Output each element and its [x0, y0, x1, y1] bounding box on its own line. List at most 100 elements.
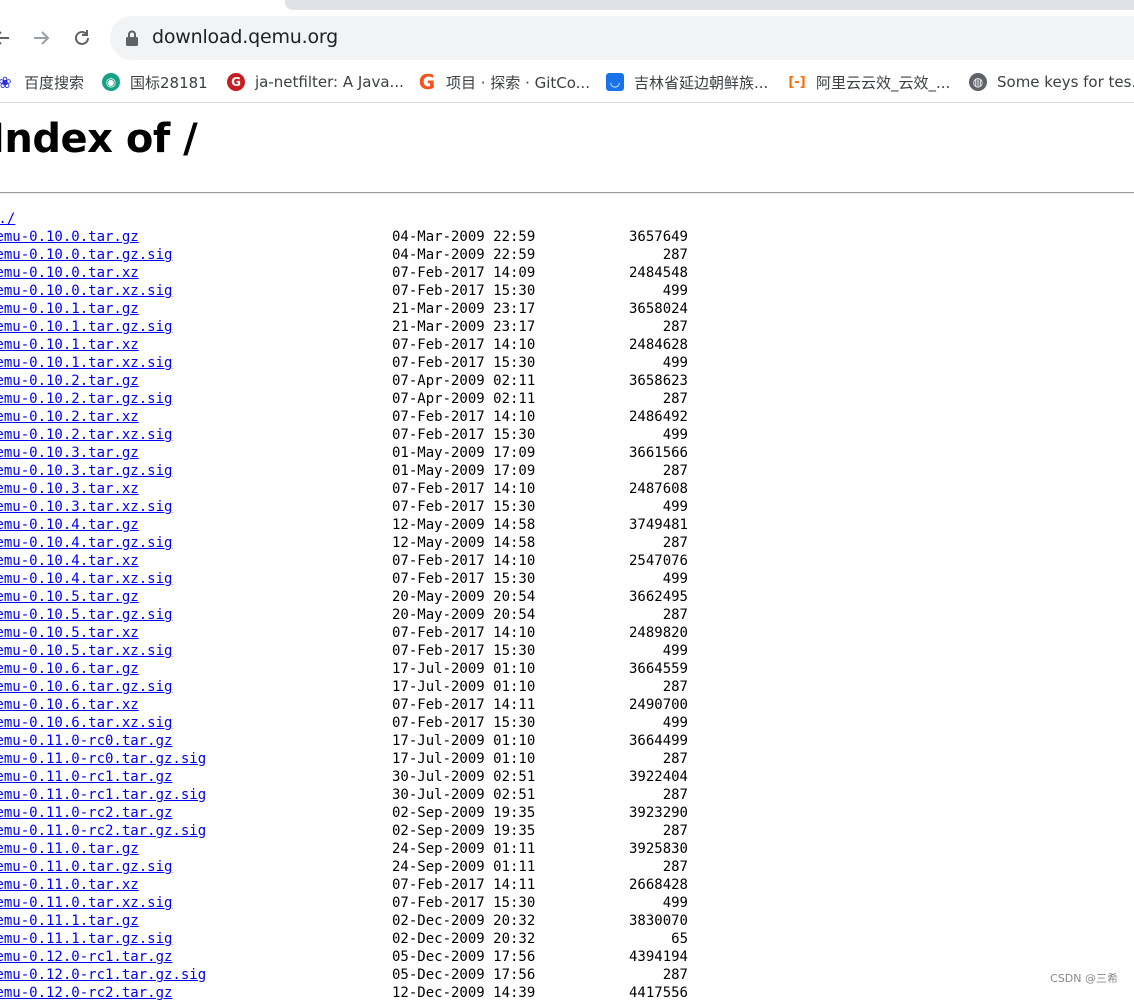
file-size: 499	[662, 499, 688, 515]
file-row: qemu-0.10.2.tar.gz.sig 07-Apr-2009 02:11 2…	[0, 390, 1134, 408]
file-link[interactable]: qemu-0.11.0.tar.gz	[0, 840, 139, 858]
file-link[interactable]: qemu-0.11.0-rc0.tar.gz	[0, 732, 172, 750]
file-date: 07-Feb-2017 14:11	[392, 877, 536, 893]
file-link[interactable]: qemu-0.10.2.tar.gz.sig	[0, 390, 172, 408]
file-size: 3830070	[628, 913, 688, 929]
file-link[interactable]: qemu-0.12.0-rc1.tar.gz	[0, 948, 172, 966]
file-link[interactable]: qemu-0.10.3.tar.xz.sig	[0, 498, 172, 516]
file-link[interactable]: qemu-0.10.0.tar.xz.sig	[0, 282, 172, 300]
file-link[interactable]: qemu-0.10.1.tar.gz.sig	[0, 318, 172, 336]
file-date: 07-Feb-2017 14:10	[392, 625, 536, 641]
file-date: 04-Mar-2009 22:59	[392, 229, 536, 245]
lock-icon[interactable]	[124, 29, 140, 47]
file-size: 65	[671, 931, 688, 947]
file-row: qemu-0.10.3.tar.gz 01-May-2009 17:09 36615…	[0, 444, 1134, 462]
file-link[interactable]: qemu-0.10.1.tar.xz.sig	[0, 354, 172, 372]
bookmark-baidu[interactable]: ❀ 百度搜索	[0, 70, 84, 94]
file-link[interactable]: qemu-0.10.6.tar.xz	[0, 696, 139, 714]
back-button[interactable]	[0, 24, 16, 52]
bookmark-gb28181[interactable]: ◉ 国标28181	[102, 70, 208, 94]
file-link[interactable]: qemu-0.10.2.tar.gz	[0, 372, 139, 390]
file-row: qemu-0.10.6.tar.xz 07-Feb-2017 14:11 24907…	[0, 696, 1134, 714]
file-size: 3922404	[628, 769, 688, 785]
file-size: 2490700	[628, 697, 688, 713]
file-link[interactable]: qemu-0.12.0-rc1.tar.gz.sig	[0, 966, 206, 984]
file-row: qemu-0.10.3.tar.gz.sig 01-May-2009 17:09 2…	[0, 462, 1134, 480]
file-row: qemu-0.10.3.tar.xz 07-Feb-2017 14:10 24876…	[0, 480, 1134, 498]
file-size: 499	[662, 355, 688, 371]
bookmark-jilin[interactable]: ◡ 吉林省延边朝鲜族...	[606, 70, 768, 94]
bookmark-gitcode[interactable]: G 项目 · 探索 · GitCo...	[418, 70, 590, 94]
file-link[interactable]: qemu-0.11.0.tar.xz	[0, 876, 139, 894]
url-text[interactable]: download.qemu.org	[152, 26, 338, 48]
forward-arrow-icon	[34, 31, 50, 45]
file-link[interactable]: qemu-0.10.4.tar.xz.sig	[0, 570, 172, 588]
reload-button[interactable]	[68, 24, 96, 52]
file-date: 12-Dec-2009 14:39	[392, 985, 536, 1001]
file-link[interactable]: qemu-0.10.3.tar.gz.sig	[0, 462, 172, 480]
bookmarks-bar: ❀ 百度搜索 ◉ 国标28181 G ja-netfilter: A Java.…	[0, 64, 1134, 103]
eye-logo-icon: ◉	[102, 73, 120, 91]
file-link[interactable]: qemu-0.10.5.tar.gz	[0, 588, 139, 606]
file-date: 02-Dec-2009 20:32	[392, 913, 536, 929]
file-link[interactable]: qemu-0.10.0.tar.gz	[0, 228, 139, 246]
file-link[interactable]: qemu-0.10.5.tar.xz	[0, 624, 139, 642]
file-row: qemu-0.10.6.tar.xz.sig 07-Feb-2017 15:30 4…	[0, 714, 1134, 732]
file-link[interactable]: qemu-0.10.6.tar.gz.sig	[0, 678, 172, 696]
file-row: qemu-0.10.0.tar.xz 07-Feb-2017 14:09 24845…	[0, 264, 1134, 282]
file-date: 02-Sep-2009 19:35	[392, 805, 536, 821]
file-row: qemu-0.10.2.tar.gz 07-Apr-2009 02:11 36586…	[0, 372, 1134, 390]
file-link[interactable]: qemu-0.10.1.tar.xz	[0, 336, 139, 354]
file-date: 30-Jul-2009 02:51	[392, 769, 536, 785]
address-bar[interactable]: download.qemu.org	[110, 16, 1134, 60]
bookmark-label: 百度搜索	[24, 73, 85, 92]
forward-button[interactable]	[27, 24, 55, 52]
file-row: qemu-0.10.0.tar.xz.sig 07-Feb-2017 15:30 4…	[0, 282, 1134, 300]
file-link[interactable]: qemu-0.11.0-rc2.tar.gz.sig	[0, 822, 206, 840]
file-row: qemu-0.12.0-rc1.tar.gz 05-Dec-2009 17:56 4…	[0, 948, 1134, 966]
file-row: qemu-0.12.0-rc2.tar.gz 12-Dec-2009 14:39 4…	[0, 984, 1134, 1002]
file-link[interactable]: qemu-0.10.3.tar.xz	[0, 480, 139, 498]
file-size: 4417556	[628, 985, 688, 1001]
file-date: 17-Jul-2009 01:10	[392, 661, 536, 677]
file-link[interactable]: qemu-0.10.2.tar.xz	[0, 408, 139, 426]
file-link[interactable]: qemu-0.11.0-rc1.tar.gz.sig	[0, 786, 206, 804]
file-link[interactable]: qemu-0.10.5.tar.xz.sig	[0, 642, 172, 660]
file-date: 07-Feb-2017 15:30	[392, 355, 536, 371]
file-link[interactable]: qemu-0.11.1.tar.gz	[0, 912, 139, 930]
file-size: 3658623	[628, 373, 688, 389]
file-link[interactable]: qemu-0.11.0-rc0.tar.gz.sig	[0, 750, 206, 768]
file-date: 07-Feb-2017 15:30	[392, 895, 536, 911]
file-link[interactable]: qemu-0.11.0-rc1.tar.gz	[0, 768, 172, 786]
file-link[interactable]: qemu-0.10.5.tar.gz.sig	[0, 606, 172, 624]
file-link[interactable]: qemu-0.11.0.tar.gz.sig	[0, 858, 172, 876]
file-link[interactable]: qemu-0.10.0.tar.gz.sig	[0, 246, 172, 264]
file-link[interactable]: qemu-0.10.4.tar.xz	[0, 552, 139, 570]
bookmark-label: 阿里云云效_云效_...	[816, 73, 951, 92]
file-link[interactable]: qemu-0.11.0-rc2.tar.gz	[0, 804, 172, 822]
file-link[interactable]: qemu-0.10.6.tar.gz	[0, 660, 139, 678]
parent-directory-link[interactable]: ../	[0, 210, 15, 228]
file-size: 2668428	[628, 877, 688, 893]
file-date: 07-Apr-2009 02:11	[392, 373, 536, 389]
file-link[interactable]: qemu-0.10.6.tar.xz.sig	[0, 714, 172, 732]
file-size: 3664499	[628, 733, 688, 749]
file-link[interactable]: qemu-0.10.1.tar.gz	[0, 300, 139, 318]
file-link[interactable]: qemu-0.10.0.tar.xz	[0, 264, 139, 282]
file-link[interactable]: qemu-0.10.3.tar.gz	[0, 444, 139, 462]
reload-icon	[75, 30, 89, 45]
bookmark-some-keys[interactable]: ◍ Some keys for tes...	[969, 70, 1134, 94]
file-link[interactable]: qemu-0.11.1.tar.gz.sig	[0, 930, 172, 948]
file-date: 24-Sep-2009 01:11	[392, 841, 536, 857]
file-link[interactable]: qemu-0.10.4.tar.gz	[0, 516, 139, 534]
file-row: qemu-0.11.1.tar.gz.sig 02-Dec-2009 20:32 6…	[0, 930, 1134, 948]
bookmark-ja-netfilter[interactable]: G ja-netfilter: A Java...	[227, 70, 404, 94]
file-size: 3658024	[628, 301, 688, 317]
file-link[interactable]: qemu-0.10.2.tar.xz.sig	[0, 426, 172, 444]
file-link[interactable]: qemu-0.12.0-rc2.tar.gz	[0, 984, 172, 1002]
file-link[interactable]: qemu-0.11.0.tar.xz.sig	[0, 894, 172, 912]
file-row: qemu-0.10.4.tar.xz 07-Feb-2017 14:10 25470…	[0, 552, 1134, 570]
bookmark-aliyun[interactable]: [-] 阿里云云效_云效_...	[788, 70, 950, 94]
file-link[interactable]: qemu-0.10.4.tar.gz.sig	[0, 534, 172, 552]
file-row: qemu-0.11.0-rc0.tar.gz.sig 17-Jul-2009 01…	[0, 750, 1134, 768]
